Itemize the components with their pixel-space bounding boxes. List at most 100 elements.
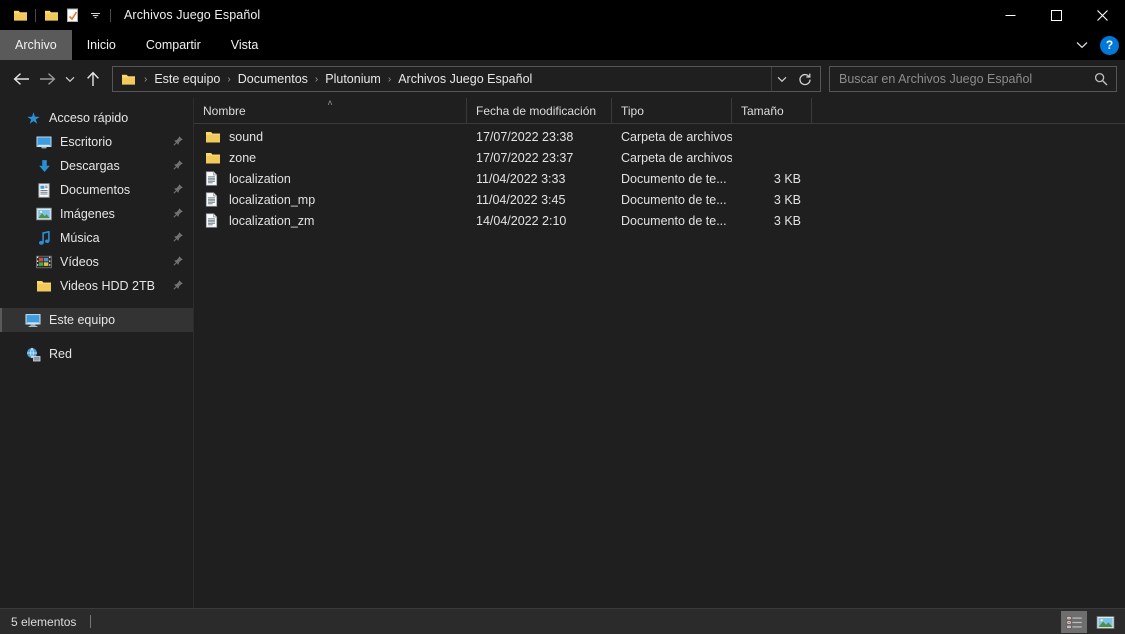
file-name-label: zone — [229, 150, 257, 165]
expand-ribbon-chevron-down-icon[interactable] — [1070, 33, 1094, 57]
text-file-icon — [205, 213, 221, 229]
breadcrumb-item-plutonium[interactable]: Plutonium — [321, 70, 385, 88]
file-name-label: localization — [229, 171, 291, 186]
qat-separator-1 — [35, 8, 36, 22]
view-toggle-buttons — [1061, 609, 1118, 634]
file-name-cell[interactable]: localization — [194, 171, 467, 187]
sidebar-item-label: Documentos — [60, 183, 131, 197]
pin-icon[interactable] — [173, 229, 184, 247]
file-size-cell: 3 KB — [773, 192, 801, 207]
tab-vista[interactable]: Vista — [216, 30, 274, 60]
file-name-label: localization_mp — [229, 192, 316, 207]
file-explorer-window: Archivos Juego Español Archivo Inicio Co… — [0, 0, 1125, 634]
sidebar-item-label: Música — [60, 231, 100, 245]
sidebar-item-acceso-rapido[interactable]: Acceso rápido — [0, 106, 193, 130]
maximize-button[interactable] — [1033, 0, 1079, 30]
folder-icon-2[interactable] — [40, 4, 62, 26]
sidebar-item-escritorio[interactable]: Escritorio — [0, 130, 193, 154]
sidebar-item-videos-hdd-2tb[interactable]: Videos HDD 2TB — [0, 274, 193, 298]
file-type-cell: Carpeta de archivos — [621, 129, 732, 144]
column-header-tamano[interactable]: Tamaño — [732, 98, 812, 123]
sidebar-item-documentos[interactable]: Documentos — [0, 178, 193, 202]
back-button[interactable] — [8, 66, 34, 92]
forward-button[interactable] — [34, 66, 60, 92]
breadcrumb-item-este-equipo[interactable]: Este equipo — [150, 70, 224, 88]
folder-icon — [115, 73, 141, 86]
file-name-cell[interactable]: localization_zm — [194, 213, 467, 229]
tab-archivo[interactable]: Archivo — [0, 30, 72, 60]
table-row[interactable]: localization_zm 14/04/2022 2:10 Document… — [194, 210, 1125, 231]
sidebar-item-label: Vídeos — [60, 255, 99, 269]
table-row[interactable]: localization_mp 11/04/2022 3:45 Document… — [194, 189, 1125, 210]
folder-icon — [205, 150, 221, 166]
sidebar-item-musica[interactable]: Música — [0, 226, 193, 250]
close-button[interactable] — [1079, 0, 1125, 30]
breadcrumb-separator[interactable]: › — [141, 74, 150, 85]
file-date-cell: 14/04/2022 2:10 — [476, 213, 567, 228]
minimize-button[interactable] — [987, 0, 1033, 30]
column-header-nombre[interactable]: Nombre ˄ — [194, 98, 467, 123]
sidebar-item-label: Descargas — [60, 159, 120, 173]
status-separator — [90, 615, 92, 628]
music-icon — [36, 230, 52, 246]
file-size-cell: 3 KB — [773, 171, 801, 186]
tab-compartir[interactable]: Compartir — [131, 30, 216, 60]
explorer-body: Acceso rápido Escritorio Descargas Docum… — [0, 98, 1125, 608]
recent-locations-chevron-down-icon[interactable] — [60, 66, 80, 92]
file-name-cell[interactable]: zone — [194, 150, 467, 166]
column-header-fecha[interactable]: Fecha de modificación — [467, 98, 612, 123]
folder-icon[interactable] — [9, 4, 31, 26]
sidebar-item-imagenes[interactable]: Imágenes — [0, 202, 193, 226]
table-row[interactable]: localization 11/04/2022 3:33 Documento d… — [194, 168, 1125, 189]
column-header-tipo[interactable]: Tipo — [612, 98, 732, 123]
pin-icon[interactable] — [173, 205, 184, 223]
file-list-pane: Nombre ˄ Fecha de modificación Tipo Tama… — [194, 98, 1125, 608]
table-row[interactable]: sound 17/07/2022 23:38 Carpeta de archiv… — [194, 126, 1125, 147]
properties-check-icon[interactable] — [62, 4, 84, 26]
search-icon[interactable] — [1090, 72, 1112, 86]
network-icon — [25, 346, 41, 362]
sidebar-item-este-equipo[interactable]: Este equipo — [0, 308, 193, 332]
address-dropdown-chevron-down-icon[interactable] — [772, 67, 792, 91]
breadcrumb-item-archivos-juego-espanol[interactable]: Archivos Juego Español — [394, 70, 536, 88]
sidebar-item-videos[interactable]: Vídeos — [0, 250, 193, 274]
column-header-label: Nombre — [203, 103, 246, 118]
file-date-cell: 11/04/2022 3:33 — [476, 171, 566, 186]
file-size-cell: 3 KB — [773, 213, 801, 228]
help-button[interactable]: ? — [1100, 35, 1119, 55]
file-date-cell: 17/07/2022 23:38 — [476, 129, 574, 144]
breadcrumb-item-documentos[interactable]: Documentos — [234, 70, 312, 88]
file-name-cell[interactable]: sound — [194, 129, 467, 145]
sort-ascending-icon: ˄ — [327, 98, 333, 108]
up-button[interactable] — [80, 66, 106, 92]
tab-inicio[interactable]: Inicio — [72, 30, 131, 60]
breadcrumb-separator[interactable]: › — [385, 74, 394, 85]
pin-icon[interactable] — [173, 181, 184, 199]
pin-icon[interactable] — [173, 277, 184, 295]
breadcrumb-separator[interactable]: › — [224, 74, 233, 85]
sidebar-item-red[interactable]: Red — [0, 342, 193, 366]
refresh-button[interactable] — [792, 67, 818, 91]
text-file-icon — [205, 192, 221, 208]
table-row[interactable]: zone 17/07/2022 23:37 Carpeta de archivo… — [194, 147, 1125, 168]
nav-gap-2 — [0, 332, 193, 342]
pictures-icon — [36, 206, 52, 222]
search-input[interactable]: Buscar en Archivos Juego Español — [829, 66, 1117, 92]
pin-icon[interactable] — [173, 133, 184, 151]
qat-separator-2 — [110, 8, 111, 22]
pin-icon[interactable] — [173, 157, 184, 175]
sidebar-item-label: Imágenes — [60, 207, 115, 221]
video-icon — [36, 254, 52, 270]
breadcrumb[interactable]: › Este equipo › Documentos › Plutonium ›… — [112, 66, 821, 92]
file-name-cell[interactable]: localization_mp — [194, 192, 467, 208]
chevron-down-icon[interactable] — [84, 4, 106, 26]
file-name-label: localization_zm — [229, 213, 315, 228]
large-icons-view-button[interactable] — [1092, 611, 1118, 633]
file-type-cell: Carpeta de archivos — [621, 150, 732, 165]
nav-gap-1 — [0, 298, 193, 308]
folder-icon — [36, 278, 52, 294]
pin-icon[interactable] — [173, 253, 184, 271]
details-view-button[interactable] — [1061, 611, 1087, 633]
sidebar-item-descargas[interactable]: Descargas — [0, 154, 193, 178]
breadcrumb-separator[interactable]: › — [312, 74, 321, 85]
